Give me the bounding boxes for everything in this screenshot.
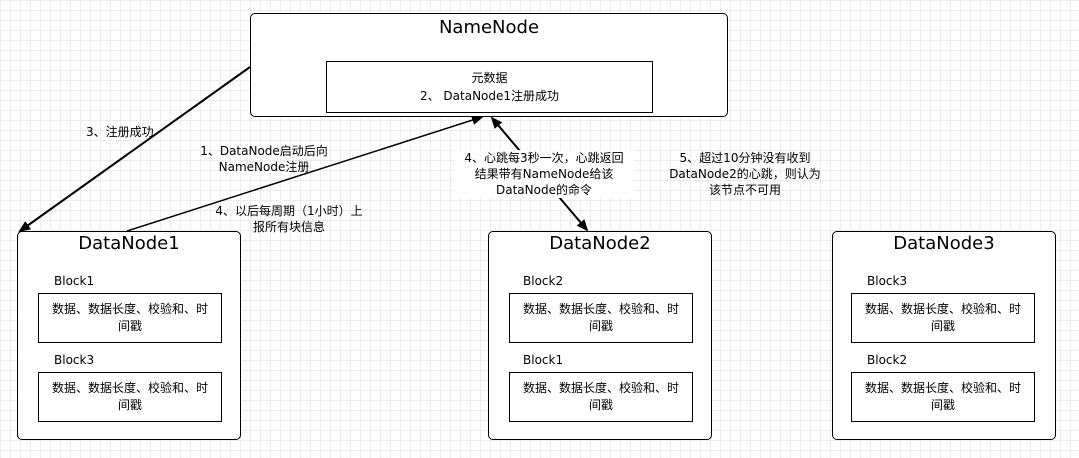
datanode3-block-label: Block3 — [867, 274, 908, 288]
datanode2-block-label: Block2 — [523, 274, 564, 288]
edge-label-line: 该节点不可用 — [708, 183, 781, 197]
datanode1-block-label: Block1 — [54, 274, 95, 288]
edge-label-timeout: 5、超过10分钟没有收到 DataNode2的心跳，则认为 该节点不可用 — [660, 150, 830, 198]
datanode3-block-box: 数据、数据长度、校验和、时间戳 — [851, 293, 1035, 343]
edge-label-line: DataNode的命令 — [496, 183, 592, 197]
edge-label-block-report: 4、以后每周期（1小时）上 报所有块信息 — [199, 203, 379, 235]
datanode2-box: DataNode2 Block2 数据、数据长度、校验和、时间戳 Block1 … — [488, 231, 712, 440]
block-content: 数据、数据长度、校验和、时间戳 — [864, 381, 1021, 412]
edge-label-line: 5、超过10分钟没有收到 — [679, 151, 811, 165]
edge-label-line: 1、DataNode启动后向 — [200, 144, 328, 158]
edge-label-line: 结果带有NameNode给该 — [474, 167, 614, 181]
edge-label-line: 4、以后每周期（1小时）上 — [215, 204, 363, 218]
edge-label-line: NameNode注册 — [218, 160, 310, 174]
block-content: 数据、数据长度、校验和、时间戳 — [51, 381, 208, 412]
block-content: 数据、数据长度、校验和、时间戳 — [51, 302, 208, 333]
edge-label-line: DataNode2的心跳，则认为 — [669, 167, 821, 181]
datanode3-block-box: 数据、数据长度、校验和、时间戳 — [851, 372, 1035, 422]
datanode3-title: DataNode3 — [893, 233, 995, 254]
datanode2-block-label: Block1 — [523, 353, 564, 367]
datanode3-box: DataNode3 Block3 数据、数据长度、校验和、时间戳 Block2 … — [832, 231, 1056, 440]
namenode-title: NameNode — [438, 17, 540, 38]
datanode1-title: DataNode1 — [78, 233, 180, 254]
datanode2-block-box: 数据、数据长度、校验和、时间戳 — [509, 293, 693, 343]
namenode-box: NameNode 元数据 2、 DataNode1注册成功 — [250, 13, 728, 117]
metadata-title: 元数据 — [471, 71, 508, 85]
metadata-box: 元数据 2、 DataNode1注册成功 — [326, 61, 653, 113]
datanode1-block-label: Block3 — [54, 353, 95, 367]
datanode1-box: DataNode1 Block1 数据、数据长度、校验和、时间戳 Block3 … — [17, 231, 241, 440]
metadata-entry: 2、 DataNode1注册成功 — [419, 89, 560, 103]
block-content: 数据、数据长度、校验和、时间戳 — [864, 302, 1021, 333]
datanode1-block-box: 数据、数据长度、校验和、时间戳 — [38, 293, 222, 343]
datanode2-title: DataNode2 — [549, 233, 651, 254]
datanode3-block-label: Block2 — [867, 353, 908, 367]
datanode1-block-box: 数据、数据长度、校验和、时间戳 — [38, 372, 222, 422]
edge-label-line: 报所有块信息 — [252, 220, 325, 234]
edge-label-register: 1、DataNode启动后向 NameNode注册 — [194, 143, 334, 175]
datanode2-block-box: 数据、数据长度、校验和、时间戳 — [509, 372, 693, 422]
edge-label-line: 4、心跳每3秒一次，心跳返回 — [464, 151, 624, 165]
block-content: 数据、数据长度、校验和、时间戳 — [522, 302, 679, 333]
edge-label-heartbeat: 4、心跳每3秒一次，心跳返回 结果带有NameNode给该 DataNode的命… — [454, 150, 634, 198]
block-content: 数据、数据长度、校验和、时间戳 — [522, 381, 679, 412]
edge-label-register-success: 3、注册成功 — [86, 125, 154, 139]
